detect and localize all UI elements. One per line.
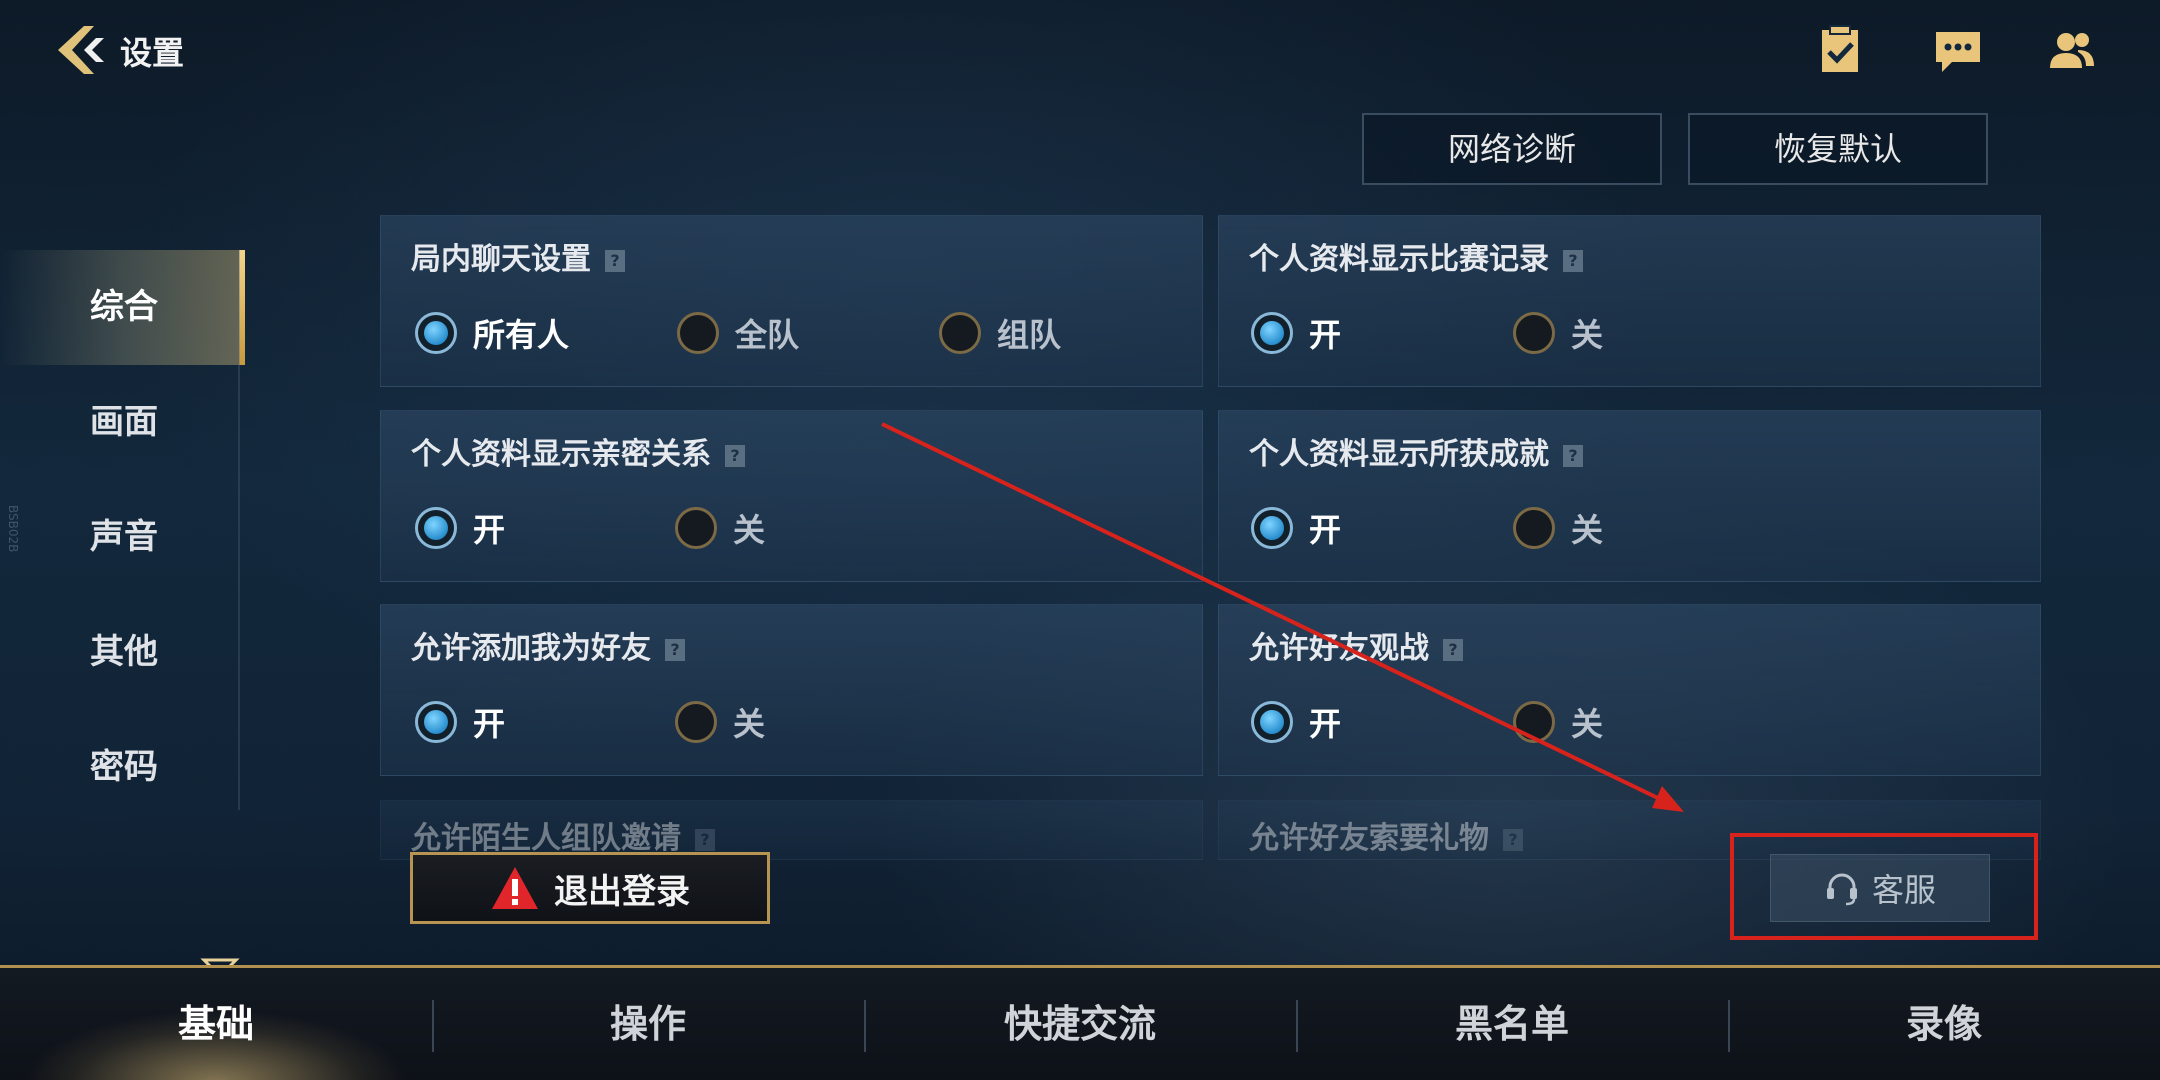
warning-icon — [492, 867, 538, 909]
option-label: 全队 — [735, 316, 800, 354]
tab-blacklist[interactable]: 黑名单 — [1296, 968, 1728, 1080]
task-checklist-icon[interactable] — [1812, 22, 1868, 78]
tab-basic[interactable]: 基础 — [0, 968, 432, 1080]
setting-title: 个人资料显示所获成就 — [1249, 437, 1549, 472]
radio-unselected-icon[interactable] — [677, 312, 719, 354]
radio-selected-icon[interactable] — [415, 312, 457, 354]
side-item-sound[interactable]: 声音 — [0, 480, 245, 595]
tab-controls[interactable]: 操作 — [432, 968, 864, 1080]
radio-unselected-icon[interactable] — [675, 701, 717, 743]
help-icon[interactable]: ? — [725, 444, 745, 467]
setting-title: 允许好友索要礼物 — [1249, 821, 1489, 856]
setting-title: 个人资料显示比赛记录 — [1249, 242, 1549, 277]
option-label: 组队 — [997, 316, 1062, 354]
option-label: 开 — [473, 705, 506, 743]
logout-button[interactable]: 退出登录 — [410, 852, 770, 924]
help-icon[interactable]: ? — [695, 828, 715, 851]
radio-option[interactable]: 全队 — [677, 308, 799, 358]
help-icon[interactable]: ? — [1443, 638, 1463, 661]
radio-unselected-icon[interactable] — [939, 312, 981, 354]
network-diagnosis-button[interactable]: 网络诊断 — [1362, 113, 1662, 185]
radio-unselected-icon[interactable] — [1513, 701, 1555, 743]
option-label: 所有人 — [473, 316, 570, 354]
radio-option[interactable]: 关 — [1513, 308, 1603, 358]
setting-card-friend-spectate: 允许好友观战? 开 关 — [1218, 604, 2041, 776]
side-item-general[interactable]: 综合 — [0, 250, 245, 365]
setting-title: 允许陌生人组队邀请 — [411, 821, 681, 856]
help-icon[interactable]: ? — [1563, 444, 1583, 467]
radio-selected-icon[interactable] — [415, 507, 457, 549]
side-item-other[interactable]: 其他 — [0, 595, 245, 710]
help-icon[interactable]: ? — [1563, 249, 1583, 272]
radio-option[interactable]: 组队 — [939, 308, 1061, 358]
radio-option[interactable]: 开 — [415, 503, 505, 553]
radio-option[interactable]: 关 — [675, 697, 765, 747]
option-label: 开 — [1309, 511, 1342, 549]
setting-title: 个人资料显示亲密关系 — [411, 437, 711, 472]
setting-card-intimacy: 个人资料显示亲密关系? 开 关 — [380, 410, 1203, 582]
radio-option[interactable]: 关 — [1513, 503, 1603, 553]
back-button[interactable] — [50, 20, 110, 80]
option-label: 开 — [1309, 705, 1342, 743]
radio-option[interactable]: 开 — [1251, 308, 1341, 358]
chat-bubble-icon[interactable] — [1930, 22, 1986, 78]
setting-card-ingame-chat: 局内聊天设置? 所有人 全队 组队 — [380, 215, 1203, 387]
option-label: 关 — [1571, 705, 1604, 743]
radio-selected-icon[interactable] — [415, 701, 457, 743]
setting-title: 允许添加我为好友 — [411, 631, 651, 666]
radio-selected-icon[interactable] — [1251, 701, 1293, 743]
setting-card-match-record: 个人资料显示比赛记录? 开 关 — [1218, 215, 2041, 387]
option-label: 开 — [473, 511, 506, 549]
side-divider — [238, 250, 240, 810]
option-label: 关 — [733, 705, 766, 743]
option-label: 关 — [733, 511, 766, 549]
radio-option[interactable]: 开 — [415, 697, 505, 747]
radio-option[interactable]: 开 — [1251, 503, 1341, 553]
radio-selected-icon[interactable] — [1251, 507, 1293, 549]
setting-card-achievements: 个人资料显示所获成就? 开 关 — [1218, 410, 2041, 582]
radio-option[interactable]: 关 — [1513, 697, 1603, 747]
radio-option[interactable]: 开 — [1251, 697, 1341, 747]
back-arrow-icon — [58, 26, 104, 74]
setting-card-stranger-invite: 允许陌生人组队邀请? — [380, 800, 1203, 860]
annotation-highlight-box — [1730, 833, 2038, 940]
tab-replay[interactable]: 录像 — [1728, 968, 2160, 1080]
radio-selected-icon[interactable] — [1251, 312, 1293, 354]
radio-option[interactable]: 所有人 — [415, 308, 569, 358]
option-label: 开 — [1309, 316, 1342, 354]
logout-label: 退出登录 — [554, 871, 690, 912]
help-icon[interactable]: ? — [1503, 828, 1523, 851]
radio-unselected-icon[interactable] — [1513, 507, 1555, 549]
side-item-graphics[interactable]: 画面 — [0, 365, 245, 480]
help-icon[interactable]: ? — [605, 249, 625, 272]
option-label: 关 — [1571, 511, 1604, 549]
tab-quick-chat[interactable]: 快捷交流 — [864, 968, 1296, 1080]
option-label: 关 — [1571, 316, 1604, 354]
radio-unselected-icon[interactable] — [1513, 312, 1555, 354]
restore-defaults-button[interactable]: 恢复默认 — [1688, 113, 1988, 185]
radio-option[interactable]: 关 — [675, 503, 765, 553]
friends-icon[interactable] — [2044, 22, 2100, 78]
side-item-password[interactable]: 密码 — [0, 710, 245, 825]
setting-card-allow-friend-add: 允许添加我为好友? 开 关 — [380, 604, 1203, 776]
help-icon[interactable]: ? — [665, 638, 685, 661]
build-id: BSB02B — [6, 505, 20, 553]
bottom-tab-bar: 基础 操作 快捷交流 黑名单 录像 — [0, 965, 2160, 1080]
radio-unselected-icon[interactable] — [675, 507, 717, 549]
page-title: 设置 — [120, 34, 185, 72]
setting-title: 允许好友观战 — [1249, 631, 1429, 666]
setting-title: 局内聊天设置 — [411, 242, 591, 277]
